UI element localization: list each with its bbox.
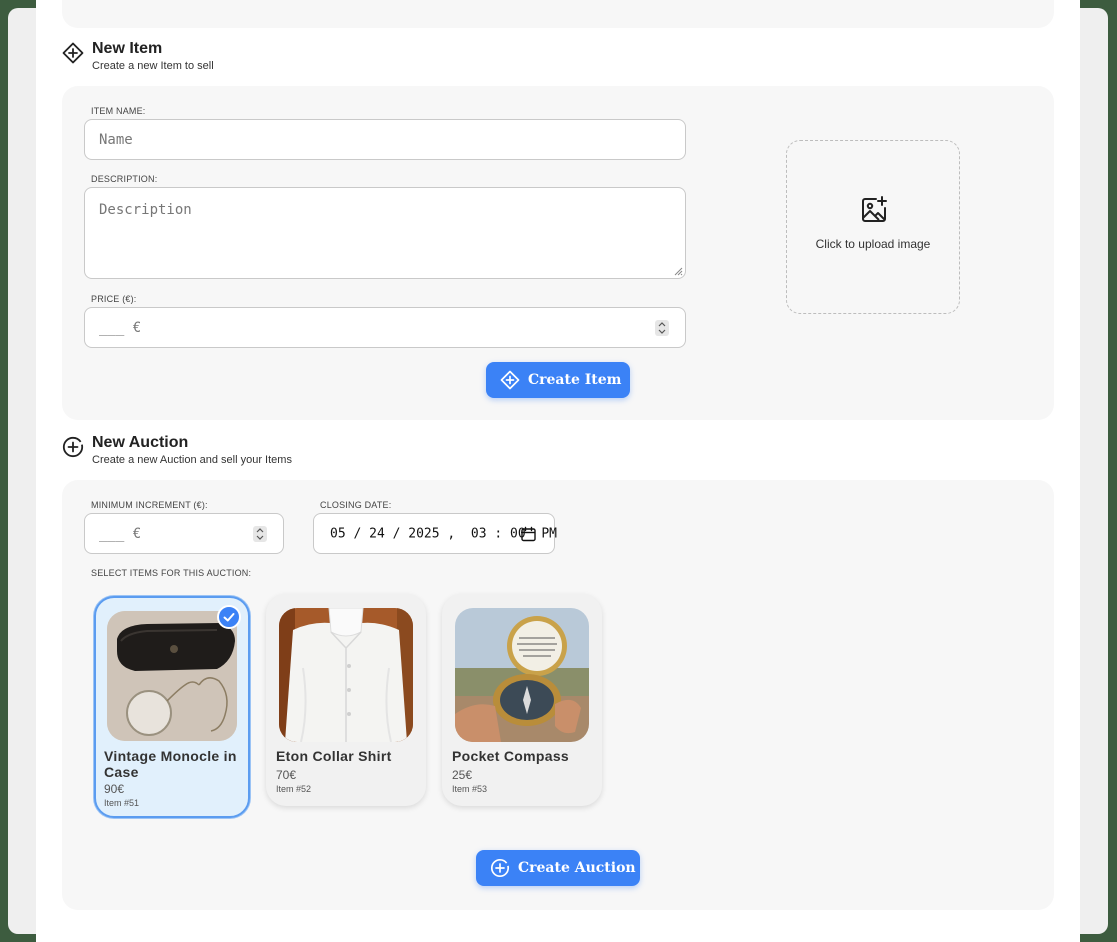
item-card-52[interactable]: Eton Collar Shirt 70€ Item #52 xyxy=(266,594,426,806)
circle-plus-icon xyxy=(490,858,510,878)
create-auction-button[interactable]: Create Auction xyxy=(476,850,640,886)
create-auction-label: Create Auction xyxy=(518,860,636,876)
item-name: Vintage Monocle in Case xyxy=(104,748,237,780)
resize-handle-icon[interactable] xyxy=(674,267,683,276)
new-auction-subtitle: Create a new Auction and sell your Items xyxy=(92,454,292,466)
stepper-arrows-icon xyxy=(658,321,666,334)
stepper-arrows-icon xyxy=(256,527,264,540)
item-name: Pocket Compass xyxy=(452,748,570,764)
item-card-51[interactable]: Vintage Monocle in Case 90€ Item #51 xyxy=(94,596,250,818)
closing-date-input[interactable]: 05 / 24 / 2025 , 03 : 00 PM xyxy=(313,513,557,554)
item-image-51 xyxy=(107,611,237,741)
select-items-label: SELECT ITEMS FOR THIS AUCTION: xyxy=(91,568,252,578)
item-card-53[interactable]: Pocket Compass 25€ Item #53 xyxy=(442,594,602,806)
min-increment-input[interactable]: ___ € xyxy=(84,513,284,554)
image-upload-dropzone[interactable]: Click to upload image xyxy=(786,140,960,314)
new-item-panel: ITEM NAME: Name DESCRIPTION: Description… xyxy=(62,86,1054,420)
white-shirt-photo xyxy=(279,608,413,742)
page: New Item Create a new Item to sell ITEM … xyxy=(36,0,1080,942)
price-stepper[interactable] xyxy=(655,319,669,336)
create-item-button[interactable]: Create Item xyxy=(486,362,630,398)
min-increment-placeholder: ___ € xyxy=(99,525,142,542)
item-number: Item #52 xyxy=(276,784,312,794)
circle-plus-icon xyxy=(62,436,84,458)
description-label: DESCRIPTION: xyxy=(91,174,158,184)
new-item-subtitle: Create a new Item to sell xyxy=(92,60,214,72)
new-auction-panel: MINIMUM INCREMENT (€): ___ € CLOSING DAT… xyxy=(62,480,1054,910)
monocle-photo xyxy=(107,611,237,741)
selected-check-icon xyxy=(217,605,241,629)
item-image-53 xyxy=(455,608,589,742)
diamond-plus-icon xyxy=(62,42,84,64)
price-placeholder: ___ € xyxy=(99,319,142,336)
item-name-input[interactable]: Name xyxy=(84,119,686,160)
item-name-label: ITEM NAME: xyxy=(91,106,146,116)
item-price: 25€ xyxy=(452,768,473,782)
diamond-plus-icon xyxy=(500,370,520,390)
create-item-label: Create Item xyxy=(528,372,622,388)
price-label: PRICE (€): xyxy=(91,294,137,304)
previous-section-card xyxy=(62,0,1054,28)
description-textarea[interactable]: Description xyxy=(84,187,686,279)
closing-date-label: CLOSING DATE: xyxy=(320,500,392,510)
item-price: 70€ xyxy=(276,768,297,782)
image-plus-icon xyxy=(862,196,887,222)
item-image-52 xyxy=(279,608,413,742)
min-increment-label: MINIMUM INCREMENT (€): xyxy=(91,500,208,510)
new-item-title: New Item xyxy=(92,40,163,57)
item-name: Eton Collar Shirt xyxy=(276,748,392,764)
compass-photo xyxy=(455,608,589,742)
price-input[interactable]: ___ € xyxy=(84,307,686,348)
new-auction-title: New Auction xyxy=(92,434,189,451)
item-number: Item #53 xyxy=(452,784,488,794)
item-price: 90€ xyxy=(104,782,125,796)
description-placeholder: Description xyxy=(99,202,192,218)
item-name-placeholder: Name xyxy=(99,131,133,148)
min-increment-stepper[interactable] xyxy=(253,525,267,542)
item-number: Item #51 xyxy=(104,798,140,808)
calendar-icon[interactable] xyxy=(521,526,536,541)
upload-text: Click to upload image xyxy=(815,237,931,251)
